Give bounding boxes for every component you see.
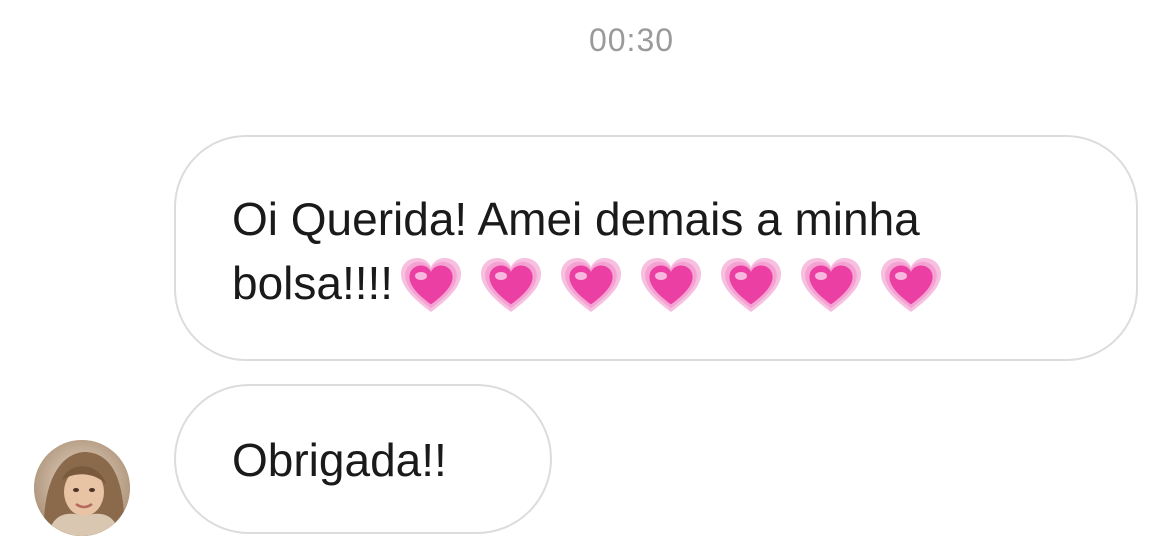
message-text-line-2: bolsa!!!!	[232, 251, 1096, 316]
growing-heart-icon	[721, 257, 782, 312]
growing-heart-icon	[641, 257, 702, 312]
avatar-photo-icon	[34, 440, 130, 536]
growing-heart-icon	[401, 257, 462, 312]
chat-thread: 00:30 Oi Querida! Amei demais a minha bo…	[0, 0, 1156, 558]
message-text: Obrigada!!	[232, 434, 447, 486]
message-bubble-sent[interactable]: Obrigada!!	[174, 384, 552, 534]
message-text-bolsa: bolsa!!!!	[232, 257, 394, 309]
message-timestamp: 00:30	[588, 22, 675, 58]
growing-heart-icon	[561, 257, 622, 312]
hearts-row	[399, 250, 959, 316]
message-bubble-received[interactable]: Oi Querida! Amei demais a minha bolsa!!!…	[174, 135, 1138, 361]
growing-heart-icon	[481, 257, 542, 312]
message-text-line-1: Oi Querida! Amei demais a minha	[232, 193, 920, 245]
avatar[interactable]	[34, 440, 130, 536]
growing-heart-icon	[801, 257, 862, 312]
growing-heart-icon	[881, 257, 942, 312]
